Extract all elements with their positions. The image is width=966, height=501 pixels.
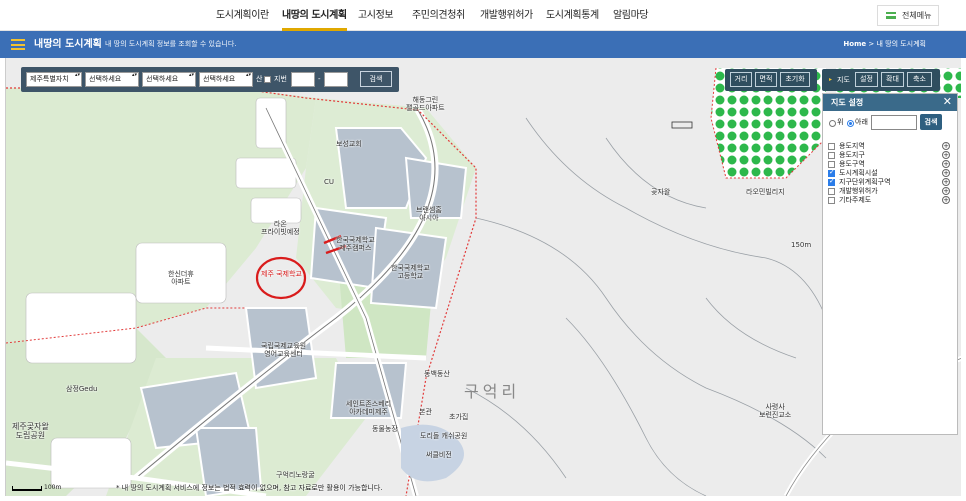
- reset-button[interactable]: 초기화: [780, 72, 810, 87]
- settings-button[interactable]: 설정: [855, 72, 878, 87]
- map-label-st-johnsbury: 세인트존스베리 아카데미제주: [346, 400, 392, 417]
- layer-item-other-theme[interactable]: 기타주제도 +: [828, 196, 950, 205]
- map-label-english-center: 국립국제교육원 영어교육센터: [261, 342, 307, 359]
- radio-up[interactable]: [829, 120, 836, 127]
- layer-checkbox[interactable]: [828, 168, 835, 177]
- jibun-label: 지번: [274, 75, 287, 83]
- layer-label: 기타주제도: [839, 196, 872, 204]
- map-canvas[interactable]: 해동그린 팰골드아파트 브랜셈홈 아시아 한국국제학교 제주캠퍼스 한국국제학교…: [5, 58, 961, 496]
- map-label-kis-campus: 한국국제학교 제주캠퍼스: [336, 236, 375, 253]
- expand-icon[interactable]: +: [942, 169, 950, 177]
- breadcrumb-separator: >: [868, 40, 875, 48]
- measure-tools: 거리 면적 초기화: [725, 69, 817, 91]
- map-label-raomin-village: 라오민빌리지: [746, 188, 785, 196]
- zoom-in-button[interactable]: 확대: [881, 72, 904, 87]
- san-checkbox[interactable]: [264, 76, 271, 83]
- map-label-branksome: 브랜셈홈 아시아: [416, 206, 442, 223]
- zoom-out-button[interactable]: 축소: [907, 72, 932, 87]
- nav-item-announcements[interactable]: 알림마당: [613, 0, 649, 31]
- map-settings-header: 지도 설정 ✕: [823, 94, 957, 111]
- village-select[interactable]: 선택하세요: [199, 72, 253, 87]
- map-label-noranggul: 구억리노랑굴: [276, 471, 315, 479]
- map-settings-title: 지도 설정: [831, 98, 864, 107]
- map-label-boseong-church: 보성교회: [336, 140, 362, 148]
- layer-checkbox[interactable]: [828, 197, 835, 204]
- map-label-hanshin: 한신더휴 아파트: [168, 270, 194, 287]
- map-label-elevation: 150m: [791, 241, 812, 249]
- expand-icon[interactable]: +: [942, 160, 950, 168]
- app-root: 도시계획이란 내땅의 도시계획 고시정보 주민의견청취 개발행위허가 도시계획통…: [0, 0, 966, 501]
- map-label-dongbaek: 동백동산: [424, 370, 450, 378]
- map-settings-panel: 지도 설정 ✕ 위 아래 검색 용도지역 + 용도지구 + 용도구역 + 도시계…: [822, 93, 958, 435]
- settings-search-input[interactable]: [871, 115, 917, 130]
- disclaimer-notice: * 내 땅의 도시계획 서비스에 정보는 법적 효력이 없으며, 참고 자료로만…: [116, 484, 383, 492]
- map-label-apartment-1: 해동그린 팰골드아파트: [406, 96, 445, 113]
- all-menu-button[interactable]: 전체메뉴: [877, 5, 939, 26]
- page-header-bar: 내땅의 도시계획 내 땅의 도시계획 정보를 조회할 수 있습니다. Home …: [0, 31, 966, 58]
- map-label-gotjawal: 곶자왈: [651, 188, 671, 196]
- map-label-jeju-intl-school: 제주 국제학교: [261, 270, 302, 278]
- map-tools-arrow-icon: ▸: [829, 76, 833, 83]
- map-label-chogajip: 초가집: [449, 413, 469, 421]
- page-subtitle: 내 땅의 도시계획 정보를 조회할 수 있습니다.: [105, 40, 237, 48]
- map-label-circle-vision: 써클비전: [426, 451, 452, 459]
- search-button[interactable]: 검색: [360, 71, 392, 87]
- map-base-layer: [6, 67, 961, 496]
- menu-icon: [886, 12, 896, 19]
- map-label-gueok-ri: 구억리: [464, 382, 521, 401]
- nav-item-notices[interactable]: 고시정보: [358, 0, 394, 31]
- settings-search-button[interactable]: 검색: [920, 114, 942, 130]
- map-label-cu: CU: [324, 178, 335, 186]
- nav-item-public-opinion[interactable]: 주민의견청취: [412, 0, 465, 31]
- map-label-saryeongsa: 사령사 보련진교소: [759, 403, 792, 420]
- district-select[interactable]: 선택하세요: [85, 72, 139, 87]
- breadcrumb-current: 내 땅의 도시계획: [876, 40, 926, 48]
- map-label-animal-farm: 동물농장: [372, 425, 398, 433]
- sidebar-toggle-icon[interactable]: [11, 39, 25, 50]
- expand-icon[interactable]: +: [942, 187, 950, 195]
- map-tools-label: 지도: [837, 76, 850, 84]
- region-select[interactable]: 제주특별자치: [26, 72, 82, 87]
- map-label-doridol-park: 도리돌 캐쉬공원: [420, 432, 468, 440]
- top-navigation: 도시계획이란 내땅의 도시계획 고시정보 주민의견청취 개발행위허가 도시계획통…: [0, 0, 966, 31]
- address-search-panel: 제주특별자치 선택하세요 선택하세요 선택하세요 산 지번 - 검색: [21, 67, 399, 92]
- expand-icon[interactable]: +: [942, 142, 950, 150]
- town-select[interactable]: 선택하세요: [142, 72, 196, 87]
- map-label-bongwan: 본관: [419, 408, 432, 416]
- close-icon[interactable]: ✕: [943, 96, 952, 108]
- map-scale-label: 100m: [44, 484, 62, 491]
- jibun-sub-input[interactable]: [324, 72, 348, 87]
- map-label-kis-high: 한국국제학교 고등학교: [391, 264, 430, 281]
- all-menu-label: 전체메뉴: [902, 11, 932, 20]
- layer-checkbox[interactable]: [828, 143, 835, 150]
- san-label: 산: [256, 75, 263, 83]
- expand-icon[interactable]: +: [942, 196, 950, 204]
- nav-item-development-permit[interactable]: 개발행위허가: [480, 0, 533, 31]
- distance-button[interactable]: 거리: [730, 72, 752, 87]
- layer-checkbox[interactable]: [828, 188, 835, 195]
- expand-icon[interactable]: +: [942, 178, 950, 186]
- area-button[interactable]: 면적: [755, 72, 777, 87]
- nav-item-statistics[interactable]: 도시계획통계: [546, 0, 599, 31]
- breadcrumb: Home > 내 땅의 도시계획: [843, 31, 926, 58]
- map-label-samjeong: 삼정Gedu: [66, 385, 98, 393]
- layer-checkbox[interactable]: [828, 152, 835, 159]
- jibun-main-input[interactable]: [291, 72, 315, 87]
- jibun-dash: -: [318, 75, 321, 83]
- expand-icon[interactable]: +: [942, 151, 950, 159]
- map-scale-bar: [12, 486, 42, 491]
- page-title: 내땅의 도시계획: [34, 39, 102, 50]
- nav-item-my-land-plan[interactable]: 내땅의 도시계획: [282, 0, 347, 31]
- radio-down[interactable]: [847, 120, 854, 127]
- layer-checkbox[interactable]: [828, 177, 835, 186]
- map-tools: ▸ 지도 설정 확대 축소: [822, 69, 940, 91]
- nav-item-urban-planning-intro[interactable]: 도시계획이란: [216, 0, 269, 31]
- breadcrumb-home[interactable]: Home: [843, 40, 866, 48]
- radio-up-label: 위: [837, 118, 844, 126]
- map-label-raon: 라온 프라이빗예정: [261, 220, 300, 237]
- layer-checkbox[interactable]: [828, 161, 835, 168]
- map-label-gotjawal-park: 제주곶자왈 도립공원: [12, 422, 49, 441]
- radio-down-label: 아래: [855, 118, 868, 126]
